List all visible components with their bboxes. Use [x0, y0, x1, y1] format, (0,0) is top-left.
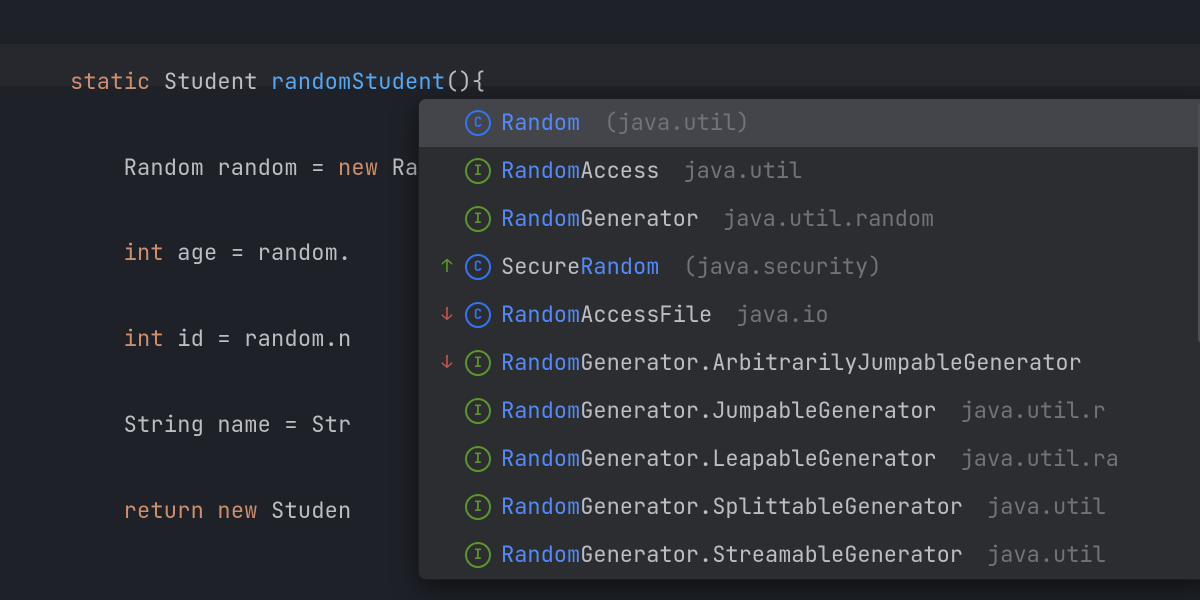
interface-icon: I [465, 446, 491, 472]
autocomplete-label: RandomAccess [501, 160, 659, 182]
code-text: id = random.n [164, 324, 352, 353]
autocomplete-label: RandomGenerator.StreamableGenerator [501, 544, 963, 566]
priority-up-icon: ↑ [439, 258, 455, 276]
autocomplete-label: RandomGenerator.JumpableGenerator [501, 400, 937, 422]
autocomplete-label: RandomGenerator.SplittableGenerator [501, 496, 963, 518]
keyword: return [124, 496, 204, 525]
autocomplete-label: RandomGenerator.ArbitrarilyJumpableGener… [501, 352, 1082, 374]
autocomplete-label: RandomGenerator [501, 208, 699, 230]
code-text: Studen [258, 496, 352, 525]
interface-icon: I [465, 398, 491, 424]
autocomplete-item[interactable]: ↑ C SecureRandom (java.security) [419, 243, 1200, 291]
autocomplete-item[interactable]: ↓ I RandomGenerator.ArbitrarilyJumpableGen… [419, 339, 1200, 387]
autocomplete-label: SecureRandom [501, 256, 659, 278]
autocomplete-package: java.io [736, 304, 828, 326]
autocomplete-item[interactable]: I RandomGenerator.SplittableGenerator java… [419, 483, 1200, 531]
autocomplete-package: java.util [987, 544, 1106, 566]
autocomplete-package: (java.util) [604, 112, 749, 134]
interface-icon: I [465, 206, 491, 232]
interface-icon: I [465, 494, 491, 520]
class-icon: C [465, 254, 491, 280]
autocomplete-package: java.util.r [961, 400, 1106, 422]
autocomplete-item[interactable]: I RandomGenerator.StreamableGenerator java… [419, 531, 1200, 579]
priority-down-icon: ↓ [439, 306, 455, 324]
autocomplete-item[interactable]: I RandomGenerator.JumpableGenerator java.u… [419, 387, 1200, 435]
code-text: (){ [445, 67, 485, 96]
autocomplete-item[interactable]: I RandomGenerator.LeapableGenerator java.u… [419, 435, 1200, 483]
keyword: int [124, 324, 164, 353]
autocomplete-popup[interactable]: C Random (java.util) I RandomAccess java.util… [418, 98, 1200, 580]
keyword: int [124, 238, 164, 267]
autocomplete-package: java.util.ra [961, 448, 1119, 470]
code-text [204, 496, 217, 525]
keyword: new [338, 153, 378, 182]
interface-icon: I [465, 542, 491, 568]
autocomplete-item[interactable]: I RandomGenerator java.util.random [419, 195, 1200, 243]
method-name: randomStudent [271, 67, 445, 96]
code-text: String name = Str [124, 410, 352, 439]
autocomplete-package: java.util.random [723, 208, 934, 230]
autocomplete-item[interactable]: ↓ C RandomAccessFile java.io [419, 291, 1200, 339]
keyword: new [217, 496, 257, 525]
interface-icon: I [465, 350, 491, 376]
interface-icon: I [465, 158, 491, 184]
keyword: static [70, 67, 150, 96]
autocomplete-package: (java.security) [683, 256, 881, 278]
autocomplete-package: java.util [683, 160, 802, 182]
code-text: Random random = [124, 153, 338, 182]
class-icon: C [465, 302, 491, 328]
autocomplete-item[interactable]: C Random (java.util) [419, 99, 1200, 147]
autocomplete-label: RandomGenerator.LeapableGenerator [501, 448, 937, 470]
code-text: age = random. [164, 238, 352, 267]
priority-down-icon: ↓ [439, 354, 455, 372]
type-name: Student [164, 67, 258, 96]
autocomplete-label: RandomAccessFile [501, 304, 712, 326]
class-icon: C [465, 110, 491, 136]
autocomplete-item[interactable]: I RandomAccess java.util [419, 147, 1200, 195]
autocomplete-package: java.util [987, 496, 1106, 518]
autocomplete-label: Random [501, 112, 580, 134]
